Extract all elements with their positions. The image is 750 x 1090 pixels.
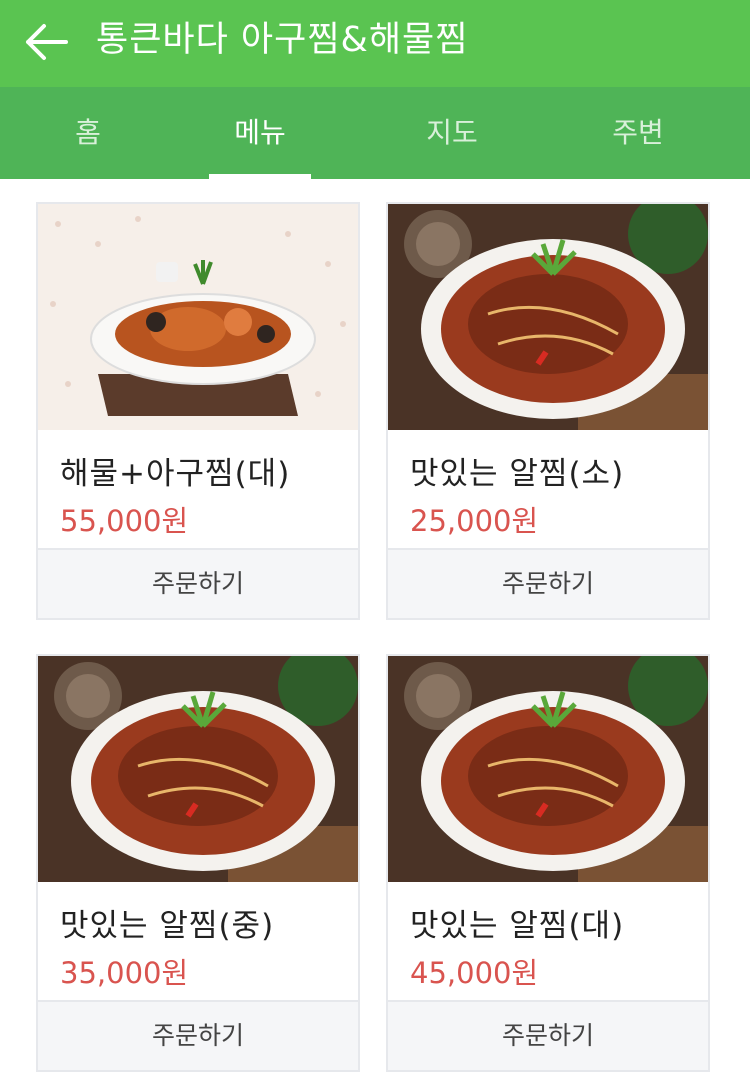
menu-item-name: 맛있는 알찜(소) bbox=[410, 456, 625, 492]
order-button[interactable]: 주문하기 bbox=[388, 1000, 708, 1070]
app-header: 통큰바다 아구찜&해물찜 bbox=[0, 0, 750, 87]
back-arrow-icon[interactable] bbox=[22, 20, 70, 64]
menu-item-price: 25,000원 bbox=[410, 504, 539, 538]
tab-map[interactable]: 지도 bbox=[382, 87, 522, 179]
menu-item-image bbox=[38, 656, 358, 882]
tab-menu[interactable]: 메뉴 bbox=[190, 87, 330, 179]
order-button[interactable]: 주문하기 bbox=[388, 548, 708, 618]
menu-item-price: 55,000원 bbox=[60, 504, 189, 538]
tab-bar: 홈 메뉴 지도 주변 bbox=[0, 87, 750, 179]
menu-item-name: 맛있는 알찜(중) bbox=[60, 908, 275, 944]
menu-item-price: 45,000원 bbox=[410, 956, 539, 990]
page-title: 통큰바다 아구찜&해물찜 bbox=[96, 20, 469, 60]
menu-card[interactable]: 맛있는 알찜(대) 45,000원 주문하기 bbox=[386, 654, 710, 1072]
menu-card[interactable]: 맛있는 알찜(중) 35,000원 주문하기 bbox=[36, 654, 360, 1072]
menu-item-price: 35,000원 bbox=[60, 956, 189, 990]
tab-nearby[interactable]: 주변 bbox=[568, 87, 708, 179]
menu-item-name: 해물+아구찜(대) bbox=[60, 456, 291, 492]
menu-card[interactable]: 해물+아구찜(대) 55,000원 주문하기 bbox=[36, 202, 360, 620]
order-button[interactable]: 주문하기 bbox=[38, 548, 358, 618]
menu-card[interactable]: 맛있는 알찜(소) 25,000원 주문하기 bbox=[386, 202, 710, 620]
order-button[interactable]: 주문하기 bbox=[38, 1000, 358, 1070]
menu-item-image bbox=[38, 204, 358, 430]
menu-item-image bbox=[388, 656, 708, 882]
tab-home[interactable]: 홈 bbox=[18, 87, 158, 179]
menu-item-image bbox=[388, 204, 708, 430]
menu-item-name: 맛있는 알찜(대) bbox=[410, 908, 625, 944]
